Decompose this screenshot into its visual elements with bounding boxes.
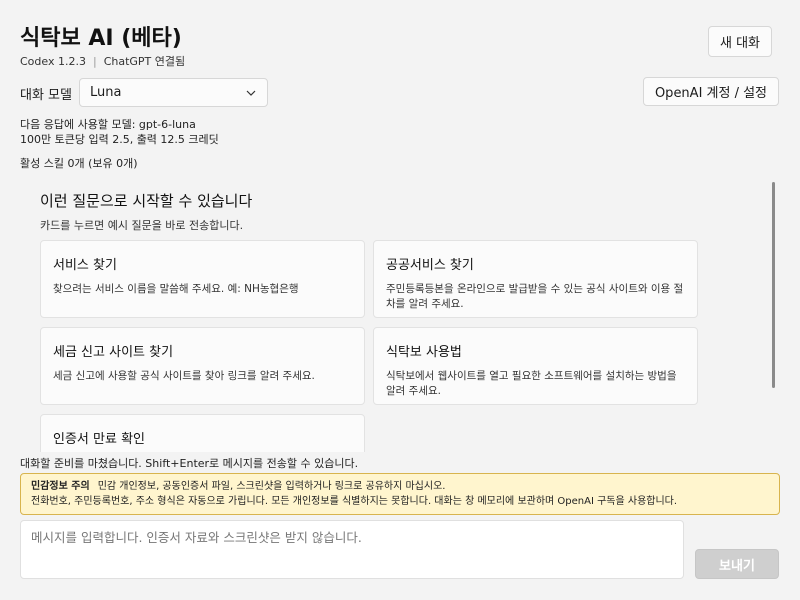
suggestion-card-service[interactable]: 서비스 찾기 찾으려는 서비스 이름을 말씀해 주세요. 예: NH농협은행: [40, 240, 365, 318]
warning-text-1: 민감 개인정보, 공동인증서 파일, 스크린샷을 입력하거나 링크로 공유하지 …: [97, 481, 446, 492]
app-title: 식탁보 AI (베타): [20, 26, 182, 51]
model-selected-value: Luna: [90, 85, 122, 100]
sensitive-info-warning: 민감정보 주의 민감 개인정보, 공동인증서 파일, 스크린샷을 입력하거나 링크…: [20, 473, 780, 515]
separator: |: [92, 54, 97, 68]
suggestion-card-howto[interactable]: 식탁보 사용법 식탁보에서 웹사이트를 열고 필요한 소프트웨어를 설치하는 방…: [373, 327, 698, 405]
warning-heading: 민감정보 주의: [31, 481, 90, 492]
app-subtitle: Codex 1.2.3 | ChatGPT 연결됨: [20, 53, 185, 69]
account-settings-button[interactable]: OpenAI 계정 / 설정: [643, 77, 779, 106]
next-model-text: 다음 응답에 사용할 모델: gpt-6-luna: [20, 118, 196, 131]
new-chat-button[interactable]: 새 대화: [708, 26, 772, 57]
warning-line-1: 민감정보 주의 민감 개인정보, 공동인증서 파일, 스크린샷을 입력하거나 링크…: [31, 479, 769, 494]
chevron-down-icon: [246, 90, 256, 96]
card-title: 인증서 만료 확인: [53, 432, 145, 447]
suggestions-subtitle: 카드를 누르면 예시 질문을 바로 전송합니다.: [40, 219, 244, 232]
pricing-text: 100만 토큰당 입력 2.5, 출력 12.5 크레딧: [20, 133, 219, 146]
warning-text-2: 전화번호, 주민등록번호, 주소 형식은 자동으로 가립니다. 모든 개인정보를…: [31, 496, 678, 507]
card-title: 세금 신고 사이트 찾기: [53, 345, 174, 360]
skills-text: 활성 스킬 0개 (보유 0개): [20, 157, 138, 170]
connection-status: ChatGPT 연결됨: [103, 55, 186, 68]
suggestions-panel: 이런 질문으로 시작할 수 있습니다 카드를 누르면 예시 질문을 바로 전송합…: [20, 180, 780, 452]
version-text: Codex 1.2.3: [20, 54, 86, 68]
suggestion-card-tax-site[interactable]: 세금 신고 사이트 찾기 세금 신고에 사용할 공식 사이트를 찾아 링크를 알…: [40, 327, 365, 405]
model-info: 다음 응답에 사용할 모델: gpt-6-luna 100만 토큰당 입력 2.…: [20, 117, 219, 147]
status-text: 대화할 준비를 마쳤습니다. Shift+Enter로 메시지를 전송할 수 있…: [20, 457, 359, 470]
suggestion-card-cert-expiry[interactable]: 인증서 만료 확인: [40, 414, 365, 452]
card-desc: 식탁보에서 웹사이트를 열고 필요한 소프트웨어를 설치하는 방법을 알려 주세…: [386, 370, 677, 397]
suggestion-card-public-service[interactable]: 공공서비스 찾기 주민등록등본을 온라인으로 발급받을 수 있는 공식 사이트와…: [373, 240, 698, 318]
card-desc: 세금 신고에 사용할 공식 사이트를 찾아 링크를 알려 주세요.: [53, 370, 315, 382]
send-button[interactable]: 보내기: [695, 549, 779, 579]
card-title: 서비스 찾기: [53, 258, 117, 273]
model-label: 대화 모델: [20, 88, 72, 103]
suggestions-title: 이런 질문으로 시작할 수 있습니다: [40, 192, 253, 210]
message-input[interactable]: [20, 520, 684, 579]
model-select[interactable]: Luna: [79, 78, 268, 107]
card-desc: 찾으려는 서비스 이름을 말씀해 주세요. 예: NH농협은행: [53, 283, 299, 295]
card-title: 공공서비스 찾기: [386, 258, 474, 273]
card-desc: 주민등록등본을 온라인으로 발급받을 수 있는 공식 사이트와 이용 절차를 알…: [386, 283, 684, 310]
card-title: 식탁보 사용법: [386, 345, 462, 360]
suggestions-scrollbar[interactable]: [772, 182, 775, 388]
